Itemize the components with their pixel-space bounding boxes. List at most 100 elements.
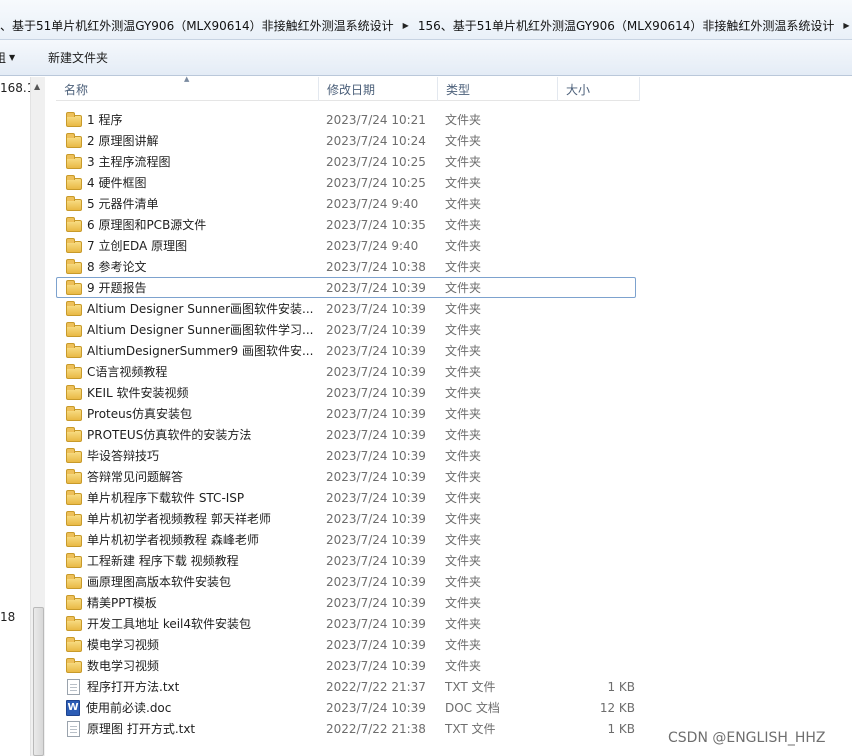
file-row[interactable]: 原理图 打开方式.txt 2022/7/22 21:38 TXT 文件 1 KB: [56, 718, 640, 739]
file-name: 程序打开方法.txt: [87, 680, 180, 694]
file-date: 2023/7/24 10:39: [326, 574, 426, 589]
folder-icon: [66, 174, 82, 190]
dropdown-arrow-icon: ▼: [9, 53, 16, 62]
folder-icon: [66, 447, 82, 463]
file-date: 2023/7/24 9:40: [326, 238, 419, 253]
file-type: 文件夹: [445, 113, 482, 127]
file-row[interactable]: 单片机初学者视频教程 郭天祥老师 2023/7/24 10:39 文件夹: [56, 508, 640, 529]
file-name-cell: Altium Designer Sunner画图软件安装...: [56, 300, 319, 317]
file-row[interactable]: 单片机初学者视频教程 森峰老师 2023/7/24 10:39 文件夹: [56, 529, 640, 550]
file-name-cell: 3 主程序流程图: [56, 153, 319, 170]
file-row[interactable]: 5 元器件清单 2023/7/24 9:40 文件夹: [56, 193, 640, 214]
file-row[interactable]: 毕设答辩技巧 2023/7/24 10:39 文件夹: [56, 445, 640, 466]
file-name-cell: PROTEUS仿真软件的安装方法: [56, 426, 319, 443]
sort-ascending-icon: ▲: [184, 75, 190, 83]
file-type: 文件夹: [445, 428, 482, 442]
file-name: 2 原理图讲解: [87, 134, 159, 148]
file-row[interactable]: 答辩常见问题解答 2023/7/24 10:39 文件夹: [56, 466, 640, 487]
file-row[interactable]: 3 主程序流程图 2023/7/24 10:25 文件夹: [56, 151, 640, 172]
folder-icon: [66, 258, 82, 274]
file-name-cell: 2 原理图讲解: [56, 132, 319, 149]
file-row[interactable]: 开发工具地址 keil4软件安装包 2023/7/24 10:39 文件夹: [56, 613, 640, 634]
file-row[interactable]: 画原理图高版本软件安装包 2023/7/24 10:39 文件夹: [56, 571, 640, 592]
file-row[interactable]: 6 原理图和PCB源文件 2023/7/24 10:35 文件夹: [56, 214, 640, 235]
new-folder-button[interactable]: 新建文件夹: [48, 49, 108, 66]
nav-item[interactable]: 18: [0, 610, 15, 624]
file-row[interactable]: C语言视频教程 2023/7/24 10:39 文件夹: [56, 361, 640, 382]
file-date: 2023/7/24 10:39: [326, 553, 426, 568]
file-type: 文件夹: [445, 617, 482, 631]
file-name: 画原理图高版本软件安装包: [87, 575, 232, 589]
file-date: 2023/7/24 10:39: [326, 301, 426, 316]
file-date: 2023/7/24 10:38: [326, 259, 426, 274]
file-date: 2023/7/24 9:40: [326, 196, 419, 211]
file-name-cell: 毕设答辩技巧: [56, 447, 319, 464]
explorer-window: 、基于51单片机红外测温GY906（MLX90614）非接触红外测温系统设计 ▶…: [0, 0, 852, 756]
folder-icon: [66, 657, 82, 673]
file-row[interactable]: 工程新建 程序下载 视频教程 2023/7/24 10:39 文件夹: [56, 550, 640, 571]
file-row[interactable]: 单片机程序下载软件 STC-ISP 2023/7/24 10:39 文件夹: [56, 487, 640, 508]
column-header-date[interactable]: 修改日期: [319, 77, 438, 101]
file-date: 2022/7/22 21:37: [326, 679, 426, 694]
file-size: 1 KB: [607, 721, 635, 736]
file-type: TXT 文件: [445, 722, 496, 736]
file-row[interactable]: 程序打开方法.txt 2022/7/22 21:37 TXT 文件 1 KB: [56, 676, 640, 697]
column-header-size[interactable]: 大小: [558, 77, 640, 101]
breadcrumb-item-parent[interactable]: 、基于51单片机红外测温GY906（MLX90614）非接触红外测温系统设计: [0, 17, 400, 34]
file-row[interactable]: W 使用前必读.doc 2023/7/24 10:39 DOC 文档 12 KB: [56, 697, 640, 718]
file-row[interactable]: 1 程序 2023/7/24 10:21 文件夹: [56, 109, 640, 130]
file-row[interactable]: Altium Designer Sunner画图软件安装... 2023/7/24…: [56, 298, 640, 319]
file-row[interactable]: 7 立创EDA 原理图 2023/7/24 9:40 文件夹: [56, 235, 640, 256]
file-type: 文件夹: [445, 512, 482, 526]
column-header-name[interactable]: ▲ 名称: [56, 75, 319, 101]
chevron-right-icon[interactable]: ▶: [400, 21, 412, 30]
file-name-cell: 1 程序: [56, 111, 319, 128]
file-row[interactable]: KEIL 软件安装视频 2023/7/24 10:39 文件夹: [56, 382, 640, 403]
breadcrumb-item-current[interactable]: 156、基于51单片机红外测温GY906（MLX90614）非接触红外测温系统设…: [412, 17, 841, 34]
file-row[interactable]: 9 开题报告 2023/7/24 10:39 文件夹: [56, 277, 636, 298]
file-type: 文件夹: [445, 596, 482, 610]
chevron-right-icon[interactable]: ▶: [840, 21, 852, 30]
folder-icon: [66, 489, 82, 505]
file-type: 文件夹: [445, 260, 482, 274]
file-row[interactable]: 模电学习视频 2023/7/24 10:39 文件夹: [56, 634, 640, 655]
nav-scrollbar[interactable]: ▲: [30, 77, 45, 756]
file-row[interactable]: 2 原理图讲解 2023/7/24 10:24 文件夹: [56, 130, 640, 151]
organize-button[interactable]: 组 ▼: [0, 49, 40, 66]
scrollbar-thumb[interactable]: [33, 607, 44, 756]
scroll-up-arrow-icon[interactable]: ▲: [34, 82, 40, 91]
file-name-cell: 5 元器件清单: [56, 195, 319, 212]
file-type: 文件夹: [445, 155, 482, 169]
file-row[interactable]: 4 硬件框图 2023/7/24 10:25 文件夹: [56, 172, 640, 193]
file-row[interactable]: 精美PPT模板 2023/7/24 10:39 文件夹: [56, 592, 640, 613]
file-type: 文件夹: [445, 365, 482, 379]
file-row[interactable]: AltiumDesignerSummer9 画图软件安... 2023/7/24 …: [56, 340, 640, 361]
file-name: 3 主程序流程图: [87, 155, 171, 169]
column-header-type[interactable]: 类型: [438, 77, 558, 101]
word-document-icon: W: [66, 699, 80, 716]
file-row[interactable]: Altium Designer Sunner画图软件学习... 2023/7/24…: [56, 319, 640, 340]
file-name-cell: 数电学习视频: [56, 657, 319, 674]
file-row[interactable]: 8 参考论文 2023/7/24 10:38 文件夹: [56, 256, 640, 277]
file-list: 1 程序 2023/7/24 10:21 文件夹 2 原理图讲解 2023/7/24 1…: [56, 109, 640, 739]
file-type: 文件夹: [445, 323, 482, 337]
file-date: 2023/7/24 10:39: [326, 637, 426, 652]
file-date: 2023/7/24 10:25: [326, 175, 426, 190]
file-type: 文件夹: [445, 218, 482, 232]
file-date: 2023/7/24 10:39: [326, 532, 426, 547]
file-size: 1 KB: [607, 679, 635, 694]
folder-icon: [66, 195, 82, 211]
folder-icon: [66, 153, 82, 169]
file-name-cell: 答辩常见问题解答: [56, 468, 319, 485]
file-type: DOC 文档: [445, 701, 500, 715]
address-bar[interactable]: 、基于51单片机红外测温GY906（MLX90614）非接触红外测温系统设计 ▶…: [0, 0, 852, 40]
file-date: 2023/7/24 10:39: [326, 511, 426, 526]
file-row[interactable]: Proteus仿真安装包 2023/7/24 10:39 文件夹: [56, 403, 640, 424]
file-name: 开发工具地址 keil4软件安装包: [87, 617, 252, 631]
file-row[interactable]: 数电学习视频 2023/7/24 10:39 文件夹: [56, 655, 640, 676]
file-name-cell: 程序打开方法.txt: [56, 678, 319, 695]
file-name-cell: 单片机初学者视频教程 郭天祥老师: [56, 510, 319, 527]
file-row[interactable]: PROTEUS仿真软件的安装方法 2023/7/24 10:39 文件夹: [56, 424, 640, 445]
file-date: 2023/7/24 10:39: [326, 490, 426, 505]
folder-icon: [66, 111, 82, 127]
